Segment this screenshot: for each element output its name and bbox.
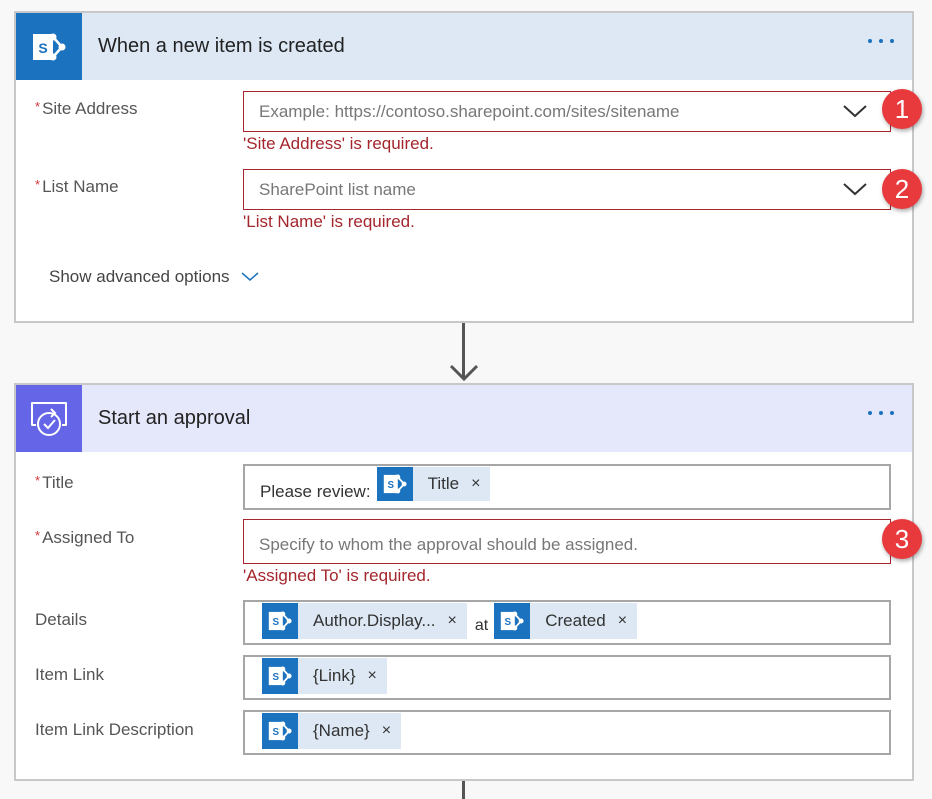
remove-token-icon[interactable]: ×	[436, 612, 467, 630]
title-input[interactable]: Please review: Title ×	[243, 464, 891, 510]
sharepoint-icon	[16, 13, 82, 80]
approval-card-header[interactable]: Start an approval	[16, 385, 912, 452]
dynamic-token-name[interactable]: {Name} ×	[262, 713, 402, 749]
assigned-to-input[interactable]: Specify to whom the approval should be a…	[243, 519, 891, 564]
details-label: Details	[35, 610, 87, 629]
trigger-card-header[interactable]: When a new item is created	[16, 13, 912, 80]
title-label: * Title	[35, 473, 74, 492]
dynamic-token-created[interactable]: Created ×	[494, 603, 638, 639]
details-input[interactable]: Author.Display... × at Created ×	[243, 600, 891, 645]
list-name-label: * List Name	[35, 177, 119, 196]
trigger-card: When a new item is created * Site Address…	[14, 11, 922, 323]
sharepoint-icon	[262, 603, 298, 639]
site-address-error: 'Site Address' is required.	[243, 134, 434, 153]
assigned-to-label: * Assigned To	[35, 528, 135, 547]
site-address-input[interactable]: Example: https://contoso.sharepoint.com/…	[243, 91, 891, 132]
remove-token-icon[interactable]: ×	[370, 722, 401, 740]
step-badge-1: 1	[882, 89, 922, 129]
list-name-input[interactable]: SharePoint list name	[243, 169, 891, 210]
sharepoint-icon	[494, 603, 531, 639]
sharepoint-icon	[376, 467, 413, 501]
chevron-down-icon	[241, 272, 259, 281]
dynamic-token-author[interactable]: Author.Display... ×	[262, 603, 467, 639]
approval-card: Start an approval * Title Please review: …	[14, 383, 922, 781]
trigger-title: When a new item is created	[98, 35, 345, 57]
item-link-label: Item Link	[35, 665, 104, 684]
remove-token-icon[interactable]: ×	[459, 475, 490, 493]
item-link-description-input[interactable]: {Name} ×	[243, 710, 891, 755]
list-name-error: 'List Name' is required.	[243, 212, 415, 231]
item-link-input[interactable]: {Link} ×	[243, 655, 891, 700]
dynamic-token-link[interactable]: {Link} ×	[262, 658, 387, 694]
assigned-to-error: 'Assigned To' is required.	[243, 566, 431, 585]
dynamic-token-title[interactable]: Title ×	[376, 467, 491, 501]
show-advanced-options-button[interactable]: Show advanced options	[49, 267, 260, 287]
site-address-label: * Site Address	[35, 99, 138, 118]
arrow-down-icon	[449, 364, 479, 382]
remove-token-icon[interactable]: ×	[356, 667, 387, 685]
chevron-down-icon[interactable]	[842, 102, 868, 120]
sharepoint-icon	[262, 713, 298, 749]
more-options-icon[interactable]	[868, 411, 894, 415]
remove-token-icon[interactable]: ×	[606, 612, 637, 630]
sharepoint-icon	[262, 658, 298, 694]
approval-title: Start an approval	[98, 407, 251, 429]
step-badge-2: 2	[882, 169, 922, 209]
approval-icon	[16, 385, 82, 452]
chevron-down-icon[interactable]	[842, 180, 868, 198]
connector-line	[462, 781, 465, 799]
step-badge-3: 3	[882, 519, 922, 559]
more-options-icon[interactable]	[868, 39, 894, 43]
item-link-description-label: Item Link Description	[35, 720, 194, 739]
